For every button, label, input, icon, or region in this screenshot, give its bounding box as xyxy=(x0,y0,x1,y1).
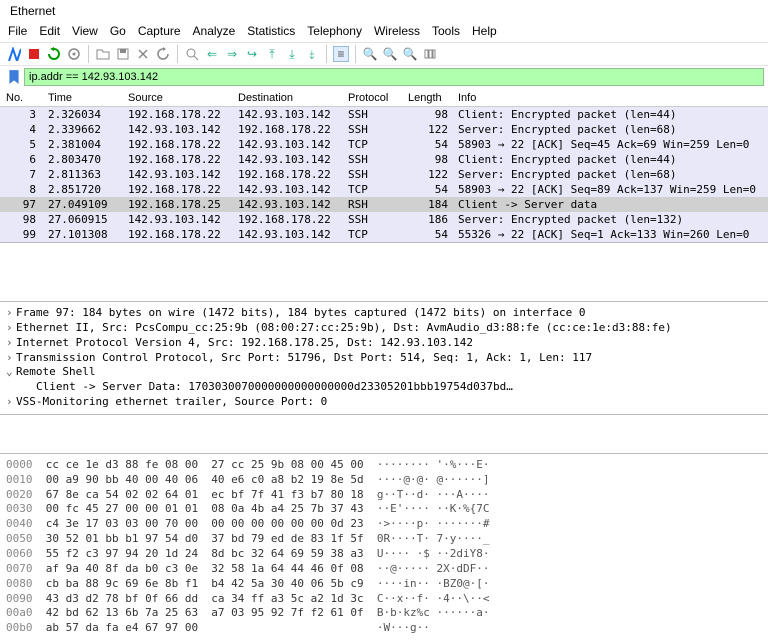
main-toolbar: ⇐ ⇒ ↪ ⤒ ⤓ ⤈ ≡ 🔍 🔍 🔍 xyxy=(0,42,768,66)
tree-node[interactable]: ⌄ Remote Shell xyxy=(6,365,762,380)
hex-line: 00b0 ab 57 da fa e4 67 97 00 ·W···g·· xyxy=(6,621,762,636)
display-filter-input[interactable] xyxy=(24,68,764,86)
colorize-icon[interactable]: ≡ xyxy=(333,46,349,62)
tree-node[interactable]: › Internet Protocol Version 4, Src: 192.… xyxy=(6,336,762,351)
column-header[interactable]: Destination xyxy=(234,92,344,104)
zoom-in-icon[interactable]: 🔍 xyxy=(362,46,378,62)
resize-columns-icon[interactable] xyxy=(422,46,438,62)
save-file-icon[interactable] xyxy=(115,46,131,62)
hex-line: 0000 cc ce 1e d3 88 fe 08 00 27 cc 25 9b… xyxy=(6,458,762,473)
hex-line: 0060 55 f2 c3 97 94 20 1d 24 8d bc 32 64… xyxy=(6,547,762,562)
menu-telephony[interactable]: Telephony xyxy=(307,24,362,38)
tree-node[interactable]: › Ethernet II, Src: PcsCompu_cc:25:9b (0… xyxy=(6,321,762,336)
go-prev-icon[interactable]: ⇐ xyxy=(204,46,220,62)
hex-line: 0090 43 d3 d2 78 bf 0f 66 dd ca 34 ff a3… xyxy=(6,592,762,607)
packet-row[interactable]: 9727.049109192.168.178.25142.93.103.142R… xyxy=(0,197,768,212)
column-header[interactable]: Length xyxy=(404,92,454,104)
menu-edit[interactable]: Edit xyxy=(39,24,60,38)
menu-analyze[interactable]: Analyze xyxy=(193,24,236,38)
open-file-icon[interactable] xyxy=(95,46,111,62)
menu-wireless[interactable]: Wireless xyxy=(374,24,420,38)
column-header[interactable]: No. xyxy=(2,92,44,104)
hex-line: 0070 af 9a 40 8f da b0 c3 0e 32 58 1a 64… xyxy=(6,562,762,577)
packet-row[interactable]: 9927.101308192.168.178.22142.93.103.142T… xyxy=(0,227,768,242)
packet-row[interactable]: 52.381004192.168.178.22142.93.103.142TCP… xyxy=(0,137,768,152)
menu-view[interactable]: View xyxy=(72,24,98,38)
menu-capture[interactable]: Capture xyxy=(138,24,181,38)
title-bar: Ethernet xyxy=(0,0,768,22)
auto-scroll-icon[interactable]: ⤈ xyxy=(304,46,320,62)
column-header[interactable]: Time xyxy=(44,92,124,104)
menu-help[interactable]: Help xyxy=(472,24,497,38)
packet-list[interactable]: 32.326034192.168.178.22142.93.103.142SSH… xyxy=(0,107,768,242)
packet-row[interactable]: 82.851720192.168.178.22142.93.103.142TCP… xyxy=(0,182,768,197)
zoom-out-icon[interactable]: 🔍 xyxy=(382,46,398,62)
pane-divider[interactable] xyxy=(0,414,768,454)
packet-list-header[interactable]: No.TimeSourceDestinationProtocolLengthIn… xyxy=(0,88,768,107)
close-file-icon[interactable] xyxy=(135,46,151,62)
zoom-reset-icon[interactable]: 🔍 xyxy=(402,46,418,62)
tree-node[interactable]: › Frame 97: 184 bytes on wire (1472 bits… xyxy=(6,306,762,321)
toolbar-separator xyxy=(355,45,356,63)
tree-node[interactable]: Client -> Server Data: 17030300700000000… xyxy=(6,380,762,395)
restart-capture-icon[interactable] xyxy=(46,46,62,62)
jump-icon[interactable]: ↪ xyxy=(244,46,260,62)
packet-details-tree[interactable]: › Frame 97: 184 bytes on wire (1472 bits… xyxy=(0,302,768,414)
reload-icon[interactable] xyxy=(155,46,171,62)
window-title: Ethernet xyxy=(10,4,55,18)
menu-file[interactable]: File xyxy=(8,24,27,38)
pane-divider[interactable] xyxy=(0,242,768,302)
packet-row[interactable]: 42.339662142.93.103.142192.168.178.22SSH… xyxy=(0,122,768,137)
tree-node[interactable]: › Transmission Control Protocol, Src Por… xyxy=(6,351,762,366)
hex-line: 0080 cb ba 88 9c 69 6e 8b f1 b4 42 5a 30… xyxy=(6,577,762,592)
column-header[interactable]: Protocol xyxy=(344,92,404,104)
menu-statistics[interactable]: Statistics xyxy=(247,24,295,38)
hex-line: 0040 c4 3e 17 03 03 00 70 00 00 00 00 00… xyxy=(6,517,762,532)
tree-node[interactable]: › VSS-Monitoring ethernet trailer, Sourc… xyxy=(6,395,762,410)
packet-bytes-hex[interactable]: 0000 cc ce 1e d3 88 fe 08 00 27 cc 25 9b… xyxy=(0,454,768,640)
hex-line: 00a0 42 bd 62 13 6b 7a 25 63 a7 03 95 92… xyxy=(6,606,762,621)
column-header[interactable]: Info xyxy=(454,92,766,104)
find-packet-icon[interactable] xyxy=(184,46,200,62)
hex-line: 0010 00 a9 90 bb 40 00 40 06 40 e6 c0 a8… xyxy=(6,473,762,488)
filter-bookmark-icon[interactable] xyxy=(6,69,22,85)
go-next-icon[interactable]: ⇒ xyxy=(224,46,240,62)
menu-tools[interactable]: Tools xyxy=(432,24,460,38)
packet-row[interactable]: 62.803470192.168.178.22142.93.103.142SSH… xyxy=(0,152,768,167)
column-header[interactable]: Source xyxy=(124,92,234,104)
capture-options-icon[interactable] xyxy=(66,46,82,62)
packet-row[interactable]: 32.326034192.168.178.22142.93.103.142SSH… xyxy=(0,107,768,122)
hex-line: 0020 67 8e ca 54 02 02 64 01 ec bf 7f 41… xyxy=(6,488,762,503)
start-capture-icon[interactable] xyxy=(6,46,22,62)
menu-bar: File Edit View Go Capture Analyze Statistics Te… xyxy=(0,22,768,42)
toolbar-separator xyxy=(177,45,178,63)
packet-row[interactable]: 9827.060915142.93.103.142192.168.178.22S… xyxy=(0,212,768,227)
menu-go[interactable]: Go xyxy=(110,24,126,38)
hex-line: 0030 00 fc 45 27 00 00 01 01 08 0a 4b a4… xyxy=(6,502,762,517)
toolbar-separator xyxy=(326,45,327,63)
display-filter-row xyxy=(0,66,768,88)
toolbar-separator xyxy=(88,45,89,63)
go-last-icon[interactable]: ⤓ xyxy=(284,46,300,62)
go-first-icon[interactable]: ⤒ xyxy=(264,46,280,62)
hex-line: 0050 30 52 01 bb b1 97 54 d0 37 bd 79 ed… xyxy=(6,532,762,547)
packet-row[interactable]: 72.811363142.93.103.142192.168.178.22SSH… xyxy=(0,167,768,182)
stop-capture-icon[interactable] xyxy=(26,46,42,62)
